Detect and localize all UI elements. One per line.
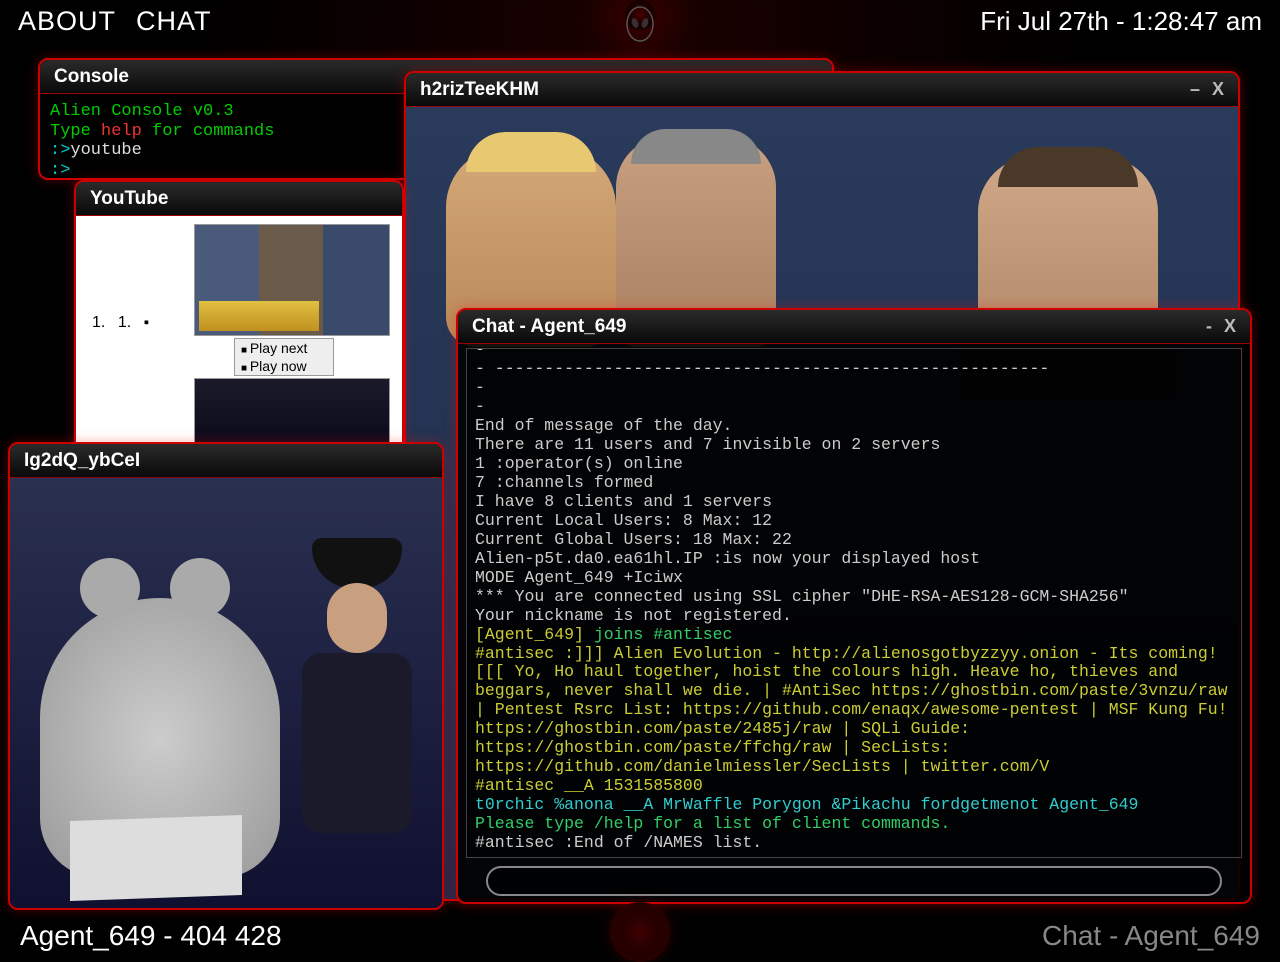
clock: Fri Jul 27th - 1:28:47 am [980,6,1262,37]
chat-input[interactable] [486,866,1222,896]
console-title: Console [54,66,129,88]
top-bar: ABOUT CHAT Fri Jul 27th - 1:28:47 am [0,0,1280,42]
nav-about[interactable]: ABOUT [18,6,116,37]
video1-titlebar[interactable]: h2rizTeeKHM – X [406,73,1238,107]
close-button[interactable]: X [1224,316,1236,337]
video2-titlebar[interactable]: Ig2dQ_ybCeI [10,444,442,478]
youtube-context-menu: Play next Play now [234,338,334,376]
bottom-bar: Agent_649 - 404 428 Chat - Agent_649 [0,912,1280,960]
youtube-title: YouTube [90,188,168,210]
nav-chat[interactable]: CHAT [136,6,212,37]
agent-status: Agent_649 - 404 428 [20,920,282,952]
video1-title: h2rizTeeKHM [420,79,539,101]
menu-play-now[interactable]: Play now [235,357,333,375]
minimize-button[interactable]: – [1190,79,1200,100]
youtube-thumbnail[interactable] [194,224,390,336]
console-version: Alien Console v0.3 [50,102,234,121]
console-prompt[interactable]: :> [50,161,70,180]
menu-play-next[interactable]: Play next [235,339,333,357]
video2-title: Ig2dQ_ybCeI [24,450,140,472]
minimize-button[interactable]: - [1206,316,1212,337]
youtube-titlebar[interactable]: YouTube [76,182,402,216]
video2-content[interactable] [10,478,442,908]
chat-title: Chat - Agent_649 [472,316,627,338]
youtube-thumbnail[interactable] [194,378,390,448]
chat-window[interactable]: Chat - Agent_649 - X - *****************… [456,308,1252,904]
chat-titlebar[interactable]: Chat - Agent_649 - X [458,310,1250,344]
orb-icon[interactable] [610,902,670,962]
youtube-body[interactable]: 1. 1. ▪ Play next Play now [76,216,402,474]
chat-log[interactable]: - **************************************… [466,348,1242,858]
close-button[interactable]: X [1212,79,1224,100]
youtube-window[interactable]: YouTube 1. 1. ▪ Play next Play now [74,180,404,474]
alien-emblem-icon [623,6,657,46]
taskbar-chat-label[interactable]: Chat - Agent_649 [1042,920,1260,952]
video-window-2[interactable]: Ig2dQ_ybCeI [8,442,444,910]
